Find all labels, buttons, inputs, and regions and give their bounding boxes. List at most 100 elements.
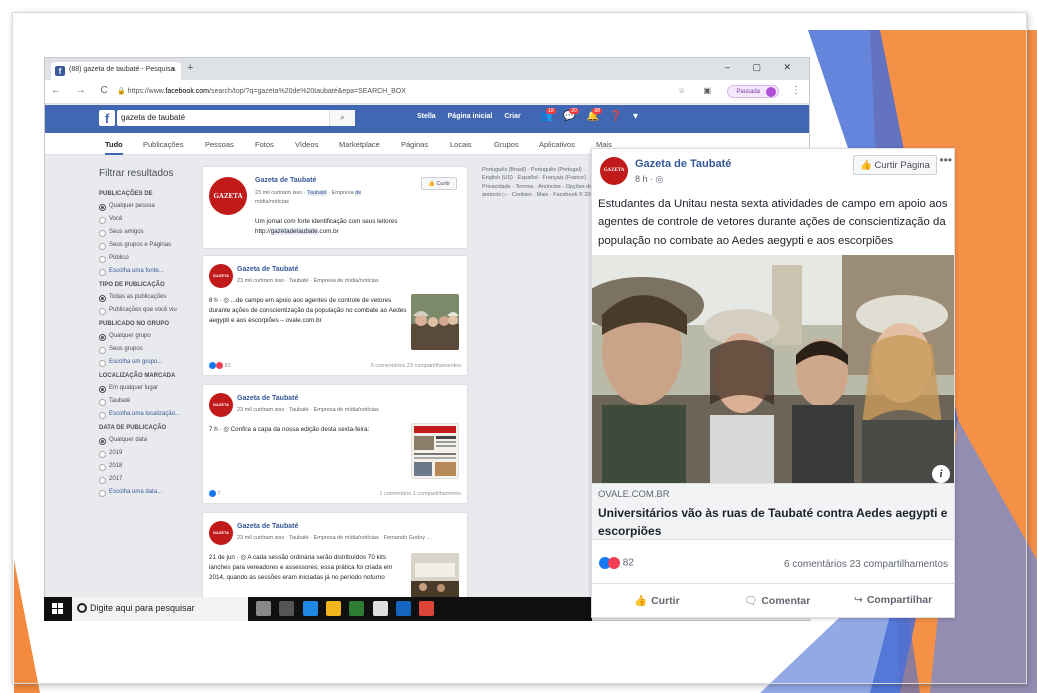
- footer-links[interactable]: Português (Brasil) · Português (Portugal…: [482, 166, 602, 199]
- filter-sidebar: Filtrar resultados PUBLICAÇÕES DE Qualque…: [99, 168, 209, 502]
- filter-option[interactable]: 2019: [99, 450, 209, 458]
- filter-option[interactable]: Escolha uma data...: [99, 489, 209, 497]
- tab-videos[interactable]: Vídeos: [295, 140, 318, 149]
- filter-heading: PUBLICADO NO GRUPO: [99, 321, 170, 327]
- edge-icon[interactable]: [302, 601, 318, 617]
- browser-tab[interactable]: f (88) gazeta de taubaté - Pesquisa ×: [51, 62, 181, 80]
- extension-icons[interactable]: ☆ ▣: [678, 86, 719, 95]
- filter-option[interactable]: Qualquer pessoa: [99, 203, 209, 211]
- task-view-icon[interactable]: [279, 601, 295, 617]
- close-tab-icon[interactable]: ×: [171, 65, 176, 74]
- tab-people[interactable]: Pessoas: [205, 140, 234, 149]
- filter-option[interactable]: Escolha um grupo...: [99, 359, 209, 367]
- file-explorer-icon[interactable]: [326, 601, 342, 617]
- filter-option[interactable]: Taubaté: [99, 398, 209, 406]
- tab-pages[interactable]: Páginas: [401, 140, 428, 149]
- post-avatar[interactable]: GAZETA: [209, 264, 233, 288]
- filter-option[interactable]: Publicações que você viu: [99, 307, 209, 315]
- notifications-icon[interactable]: 🔔 88: [586, 108, 603, 122]
- active-tab-indicator: [105, 153, 123, 155]
- search-icon[interactable]: ⌕: [329, 110, 355, 126]
- meta-category: mídia/notícias: [255, 198, 289, 205]
- filter-option[interactable]: Qualquer data: [99, 437, 209, 445]
- reaction-count[interactable]: 7: [218, 491, 221, 497]
- friends-icon[interactable]: 👥 18: [540, 108, 556, 122]
- tab-apps[interactable]: Aplicativos: [539, 140, 575, 149]
- newspaper-cover-thumbnail[interactable]: [411, 423, 459, 479]
- filter-option[interactable]: Qualquer grupo: [99, 333, 209, 341]
- tab-marketplace[interactable]: Marketplace: [339, 140, 380, 149]
- post-author[interactable]: Gazeta de Taubaté: [237, 523, 298, 530]
- tab-posts[interactable]: Publicações: [143, 140, 183, 149]
- nav-profile[interactable]: Stella: [417, 113, 436, 120]
- url-field[interactable]: 🔒 https://www.facebook.com/search/top/?q…: [117, 87, 406, 95]
- nav-buttons[interactable]: ← → C: [51, 85, 114, 96]
- profile-button[interactable]: Pausada: [727, 85, 779, 98]
- link-title[interactable]: Universitários vão às ruas de Taubaté co…: [598, 504, 948, 540]
- menu-kebab-icon[interactable]: ⋮: [791, 85, 801, 96]
- mail-icon[interactable]: [372, 601, 388, 617]
- facebook-logo-icon[interactable]: f: [99, 110, 115, 126]
- windows-start-icon[interactable]: [52, 603, 63, 614]
- more-options-icon[interactable]: •••: [939, 153, 952, 167]
- comment-share-counts[interactable]: 6 comentários 23 compartilhamentos: [784, 559, 948, 570]
- facebook-search-input[interactable]: gazeta de taubaté ⌕: [117, 110, 355, 126]
- page-name[interactable]: Gazeta de Taubaté: [255, 177, 316, 184]
- post-avatar[interactable]: GAZETA: [600, 157, 628, 185]
- filter-option[interactable]: Seus amigos: [99, 229, 209, 237]
- help-icon[interactable]: ❓: [610, 111, 622, 122]
- window-controls[interactable]: – ▢ ✕: [725, 62, 801, 73]
- filter-option[interactable]: Em qualquer lugar: [99, 385, 209, 393]
- comment-share-counts[interactable]: 6 comentários 23 compartilhamentos: [371, 363, 461, 369]
- store-icon[interactable]: [349, 601, 365, 617]
- facebook-favicon-icon: f: [55, 66, 65, 76]
- like-reaction-icon: [209, 362, 216, 369]
- new-tab-button[interactable]: +: [187, 62, 193, 74]
- like-page-button[interactable]: 👍 Curtir Página: [853, 155, 937, 175]
- filter-option[interactable]: Escolha uma localização...: [99, 411, 209, 419]
- page-logo[interactable]: GAZETA: [209, 177, 247, 215]
- page-result-card[interactable]: GAZETA Gazeta de Taubaté 23 mil curtiram…: [202, 166, 468, 249]
- filter-option[interactable]: Todas as publicações: [99, 294, 209, 302]
- tab-photos[interactable]: Fotos: [255, 140, 274, 149]
- post-author[interactable]: Gazeta de Taubaté: [635, 158, 731, 170]
- meta-city[interactable]: Taubaté: [307, 190, 327, 196]
- orange-shape-left: [14, 560, 40, 693]
- filter-option[interactable]: 2018: [99, 463, 209, 471]
- post-meta: 23 mil curtiram isso · Taubaté · Empresa…: [237, 278, 379, 284]
- filter-option[interactable]: Escolha uma fonte...: [99, 268, 209, 276]
- filter-option[interactable]: Você: [99, 216, 209, 224]
- tab-places[interactable]: Locais: [450, 140, 472, 149]
- nav-create[interactable]: Criar: [504, 113, 520, 120]
- filter-option[interactable]: Seus grupos: [99, 346, 209, 354]
- post-photo[interactable]: [592, 255, 954, 483]
- like-page-button[interactable]: 👍 Curtir: [421, 177, 457, 190]
- post-avatar[interactable]: GAZETA: [209, 393, 233, 417]
- comment-share-counts[interactable]: 1 comentário 1 compartilhamento: [379, 491, 461, 497]
- messenger-icon[interactable]: 💬 20: [563, 108, 579, 122]
- info-icon[interactable]: i: [932, 465, 950, 483]
- tab-groups[interactable]: Grupos: [494, 140, 519, 149]
- page-link-hl[interactable]: gazetadetaubate: [270, 227, 318, 235]
- tab-all[interactable]: Tudo: [105, 140, 123, 149]
- dropdown-icon[interactable]: ▾: [633, 111, 638, 122]
- taskbar-search[interactable]: Digite aqui para pesquisar: [72, 597, 248, 621]
- post-author[interactable]: Gazeta de Taubaté: [237, 266, 298, 273]
- filter-option[interactable]: Seus grupos e Páginas: [99, 242, 209, 250]
- reaction-count[interactable]: 82: [225, 363, 231, 369]
- mic-icon[interactable]: [256, 601, 271, 617]
- comment-button[interactable]: 🗨 Comentar: [744, 594, 810, 607]
- post-avatar[interactable]: GAZETA: [209, 521, 233, 545]
- post-thumbnail[interactable]: [411, 294, 459, 350]
- filter-option[interactable]: 2017: [99, 476, 209, 484]
- link-preview[interactable]: OVALE.COM.BR Universitários vão às ruas …: [592, 483, 954, 540]
- share-button[interactable]: ↪ Compartilhar: [854, 594, 932, 606]
- search-value: gazeta de taubaté: [121, 113, 186, 122]
- chrome-icon[interactable]: [419, 601, 435, 617]
- like-button[interactable]: 👍 Curtir: [634, 594, 680, 607]
- reactions-summary[interactable]: 82: [599, 557, 634, 569]
- filter-option[interactable]: Público: [99, 255, 209, 263]
- app-icon[interactable]: [396, 601, 412, 617]
- nav-home[interactable]: Página inicial: [448, 113, 493, 120]
- post-author[interactable]: Gazeta de Taubaté: [237, 395, 298, 402]
